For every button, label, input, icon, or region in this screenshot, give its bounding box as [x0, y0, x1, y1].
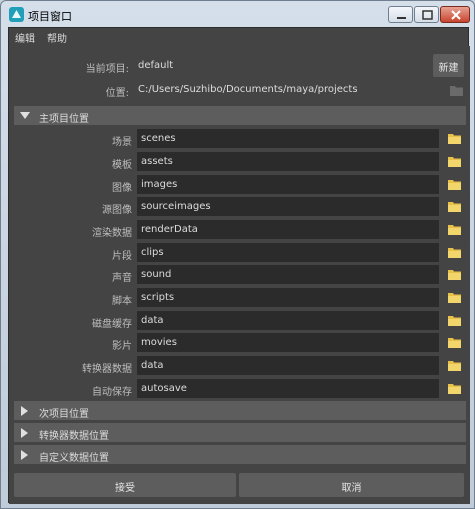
row-input[interactable]: renderData — [137, 220, 439, 239]
maximize-icon — [422, 10, 433, 20]
row-label: 脚本 — [112, 296, 132, 307]
row-label: 源图像 — [102, 205, 132, 216]
row-input[interactable]: sourceimages — [137, 197, 439, 216]
section-translator-locations[interactable]: 转换器数据位置 — [14, 423, 466, 442]
row-label: 自动保存 — [92, 387, 132, 398]
folder-icon[interactable] — [448, 269, 461, 280]
project-window: 项目窗口 编辑 帮助 当前项目: default 新建 位置: C:/Users… — [0, 0, 475, 509]
folder-icon[interactable] — [448, 337, 461, 348]
row-input[interactable]: sound — [137, 265, 439, 284]
row-label: 片段 — [112, 251, 132, 262]
folder-icon[interactable] — [448, 201, 461, 212]
menu-help[interactable]: 帮助 — [47, 30, 67, 45]
section-main-title: 主项目位置 — [39, 114, 89, 125]
accept-button[interactable]: 接受 — [14, 473, 236, 497]
row-input[interactable]: movies — [137, 333, 439, 352]
row-label: 影片 — [112, 341, 132, 352]
row-input[interactable]: autosave — [137, 379, 439, 398]
new-project-button[interactable]: 新建 — [433, 54, 464, 77]
close-button[interactable] — [440, 6, 470, 23]
menu-edit[interactable]: 编辑 — [15, 30, 35, 45]
location-value: C:/Users/Suzhibo/Documents/maya/projects — [138, 84, 358, 95]
section-title: 次项目位置 — [39, 409, 89, 420]
row-label: 场景 — [112, 137, 132, 148]
row-label: 声音 — [112, 273, 132, 284]
folder-icon[interactable] — [448, 247, 461, 258]
row-label: 模板 — [112, 160, 132, 171]
minimize-button[interactable] — [388, 6, 413, 23]
row-input[interactable]: data — [137, 356, 439, 375]
title-bar[interactable]: 项目窗口 — [1, 1, 474, 27]
folder-icon[interactable] — [448, 292, 461, 303]
expand-right-icon — [21, 450, 28, 460]
location-label: 位置: — [105, 88, 129, 99]
location-folder-icon[interactable] — [450, 85, 463, 96]
folder-icon[interactable] — [448, 315, 461, 326]
close-icon — [451, 10, 461, 20]
row-label: 图像 — [112, 183, 132, 194]
row-label: 渲染数据 — [92, 228, 132, 239]
folder-icon[interactable] — [448, 133, 461, 144]
folder-icon[interactable] — [448, 179, 461, 190]
expand-right-icon — [21, 406, 28, 416]
section-secondary-locations[interactable]: 次项目位置 — [14, 401, 466, 420]
section-main-locations[interactable]: 主项目位置 — [14, 106, 466, 125]
section-title: 自定义数据位置 — [39, 453, 109, 464]
section-title: 转换器数据位置 — [39, 431, 109, 442]
row-input[interactable]: scenes — [137, 129, 439, 148]
project-panel: 当前项目: default 新建 位置: C:/Users/Suzhibo/Do… — [9, 46, 470, 504]
client-area: 编辑 帮助 当前项目: default 新建 位置: C:/Users/Suzh… — [8, 27, 470, 504]
maximize-button[interactable] — [414, 6, 439, 23]
row-input[interactable]: assets — [137, 152, 439, 171]
current-project-label: 当前项目: — [85, 64, 129, 75]
section-custom-locations[interactable]: 自定义数据位置 — [14, 445, 466, 464]
row-input[interactable]: scripts — [137, 288, 439, 307]
row-input[interactable]: data — [137, 311, 439, 330]
maya-app-icon — [9, 7, 24, 22]
window-title: 项目窗口 — [28, 10, 72, 23]
expand-down-icon — [20, 112, 30, 119]
menu-bar: 编辑 帮助 — [9, 28, 468, 45]
row-label: 转换器数据 — [82, 364, 132, 375]
current-project-value: default — [138, 60, 174, 71]
folder-icon[interactable] — [448, 224, 461, 235]
minimize-icon — [397, 17, 406, 19]
row-input[interactable]: images — [137, 175, 439, 194]
row-input[interactable]: clips — [137, 243, 439, 262]
folder-icon[interactable] — [448, 360, 461, 371]
expand-right-icon — [21, 428, 28, 438]
row-label: 磁盘缓存 — [92, 319, 132, 330]
folder-icon[interactable] — [448, 383, 461, 394]
cancel-button[interactable]: 取消 — [239, 473, 464, 497]
folder-icon[interactable] — [448, 156, 461, 167]
